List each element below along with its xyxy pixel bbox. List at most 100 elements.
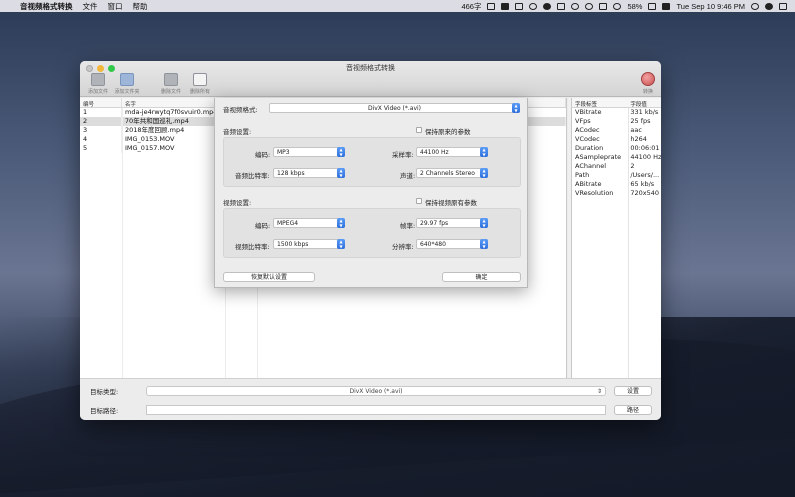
bluetooth-icon[interactable]: [571, 2, 580, 10]
status-icon-3[interactable]: [515, 2, 524, 10]
siri-icon[interactable]: [765, 2, 773, 10]
add-file-icon: [91, 73, 105, 86]
target-path-row: 目标路径: 路径: [90, 405, 652, 415]
format-settings-sheet: 音视频格式: DivX Video (*.avi) ▲ ▼ 音频设置: 保持原来的…: [214, 98, 528, 288]
audio-bitrate-select[interactable]: 128 kbps ▲ ▼: [273, 168, 345, 178]
keep-audio-label: 保持原来的参数: [425, 128, 471, 136]
property-value: 65 kb/s: [630, 180, 655, 188]
battery-icon[interactable]: [648, 2, 657, 10]
property-value: /Users/...: [630, 171, 660, 179]
delete-file-label: 删除文件: [160, 89, 181, 95]
delete-all-button[interactable]: 删除所有: [187, 73, 213, 95]
settings-button[interactable]: 设置: [614, 386, 652, 396]
input-source-icon[interactable]: [662, 2, 671, 10]
status-icon-2[interactable]: [501, 2, 510, 10]
fps-label: 帧率:: [400, 222, 416, 230]
menu-window[interactable]: 窗口: [108, 1, 123, 12]
property-row[interactable]: Duration 00:06:01: [572, 144, 661, 153]
target-type-value: DivX Video (*.avi): [349, 388, 403, 395]
toolbar: 添加文件 添加文件夹 删除文件 删除所有: [85, 73, 213, 95]
properties-table[interactable]: 字段标签 字段值 VBitrate 331 kb/s VFps 25 fps ACo…: [571, 98, 661, 378]
property-value: aac: [630, 126, 642, 134]
property-row[interactable]: ACodec aac: [572, 126, 661, 135]
volume-icon[interactable]: [585, 2, 594, 10]
menubar-status: 466字 58% Tue Sep 10 9:46 PM: [461, 1, 795, 12]
chevron-updown-icon: ▲ ▼: [337, 218, 345, 228]
property-value: 00:06:01: [630, 144, 660, 152]
fps-value: 29.97 fps: [420, 220, 449, 227]
notification-center-icon[interactable]: [779, 2, 787, 10]
resolution-label: 分辨率:: [392, 243, 414, 251]
target-path-label: 目标路径:: [90, 407, 119, 415]
wifi-icon[interactable]: [613, 2, 622, 10]
row-name: IMG_0153.MOV: [122, 135, 225, 144]
delete-file-button[interactable]: 删除文件: [158, 73, 184, 95]
audio-codec-select[interactable]: MP3 ▲ ▼: [273, 147, 345, 157]
chevron-updown-icon: ⇕: [596, 388, 602, 395]
property-row[interactable]: ABitrate 65 kb/s: [572, 180, 661, 189]
video-bitrate-select[interactable]: 1500 kbps ▲ ▼: [273, 239, 345, 249]
audio-codec-value: MP3: [277, 149, 290, 156]
header-field-label[interactable]: 字段标签: [572, 98, 627, 108]
property-key: Path: [575, 171, 590, 179]
video-bitrate-value: 1500 kbps: [277, 241, 309, 248]
window-title: 音视频格式转换: [346, 64, 395, 72]
channel-value: 2 Channels Stereo: [420, 170, 475, 177]
delete-all-icon: [193, 73, 207, 86]
reset-defaults-button[interactable]: 恢复默认设置: [223, 272, 315, 282]
format-select[interactable]: DivX Video (*.avi) ▲ ▼: [269, 103, 520, 113]
samplerate-value: 44100 Hz: [420, 149, 449, 156]
convert-button[interactable]: 转换: [641, 72, 655, 95]
menubar: 音视频格式转换 文件 窗口 帮助 466字 58% Tue Sep 10 9:4…: [0, 0, 795, 12]
keep-audio-checkbox[interactable]: [416, 127, 422, 133]
path-button[interactable]: 路径: [614, 405, 652, 415]
property-row[interactable]: Path/Users/...: [572, 171, 661, 180]
target-path-input[interactable]: [146, 405, 606, 415]
property-value: 44100 Hz: [630, 153, 661, 161]
properties-header: 字段标签 字段值: [572, 98, 661, 108]
channel-select[interactable]: 2 Channels Stereo ▲ ▼: [416, 168, 488, 178]
property-row[interactable]: VBitrate 331 kb/s: [572, 108, 661, 117]
menu-app-name[interactable]: 音视频格式转换: [20, 1, 73, 12]
clock[interactable]: Tue Sep 10 9:46 PM: [676, 2, 745, 11]
battery-percent[interactable]: 58%: [627, 2, 642, 11]
keep-video-label: 保持视频原有参数: [425, 199, 477, 207]
status-icon-4[interactable]: [529, 2, 538, 10]
spotlight-icon[interactable]: [751, 2, 759, 10]
airplay-icon[interactable]: [599, 2, 608, 10]
header-name[interactable]: 名字: [122, 98, 225, 108]
status-icon-1[interactable]: [487, 2, 496, 10]
chevron-updown-icon: ▲ ▼: [480, 218, 488, 228]
header-field-value[interactable]: 字段值: [627, 98, 661, 108]
property-key: AChannel: [575, 162, 607, 170]
ok-button[interactable]: 确定: [442, 272, 521, 282]
chevron-updown-icon: ▲ ▼: [480, 239, 488, 249]
property-row[interactable]: ASampleprate 44100 Hz: [572, 153, 661, 162]
target-type-label: 目标类型:: [90, 388, 119, 396]
target-type-select[interactable]: DivX Video (*.avi) ⇕: [146, 386, 606, 396]
menu-file[interactable]: 文件: [83, 1, 98, 12]
resolution-select[interactable]: 640*480 ▲ ▼: [416, 239, 488, 249]
property-row[interactable]: VCodec h264: [572, 135, 661, 144]
keep-video-checkbox[interactable]: [416, 198, 422, 204]
row-name: 70年共和国巡礼.mp4: [122, 117, 225, 126]
property-row[interactable]: AChannel 2: [572, 162, 661, 171]
header-number[interactable]: 编号: [80, 98, 122, 108]
convert-label: 转换: [642, 89, 653, 95]
char-count[interactable]: 466字: [461, 1, 481, 12]
property-row[interactable]: VFps 25 fps: [572, 117, 661, 126]
status-icon-6[interactable]: [557, 2, 566, 10]
property-row[interactable]: VResolution 720x540: [572, 189, 661, 198]
samplerate-select[interactable]: 44100 Hz ▲ ▼: [416, 147, 488, 157]
property-key: VResolution: [575, 189, 614, 197]
video-codec-select[interactable]: MPEG4 ▲ ▼: [273, 218, 345, 228]
chevron-updown-icon: ▲ ▼: [337, 147, 345, 157]
property-value: 2: [630, 162, 635, 170]
wechat-icon[interactable]: [543, 2, 552, 10]
menu-help[interactable]: 帮助: [133, 1, 148, 12]
add-file-button[interactable]: 添加文件: [85, 73, 111, 95]
resolution-value: 640*480: [420, 241, 446, 248]
add-folder-button[interactable]: 添加文件夹: [114, 73, 140, 95]
fps-select[interactable]: 29.97 fps ▲ ▼: [416, 218, 488, 228]
column-divider: [628, 108, 629, 378]
